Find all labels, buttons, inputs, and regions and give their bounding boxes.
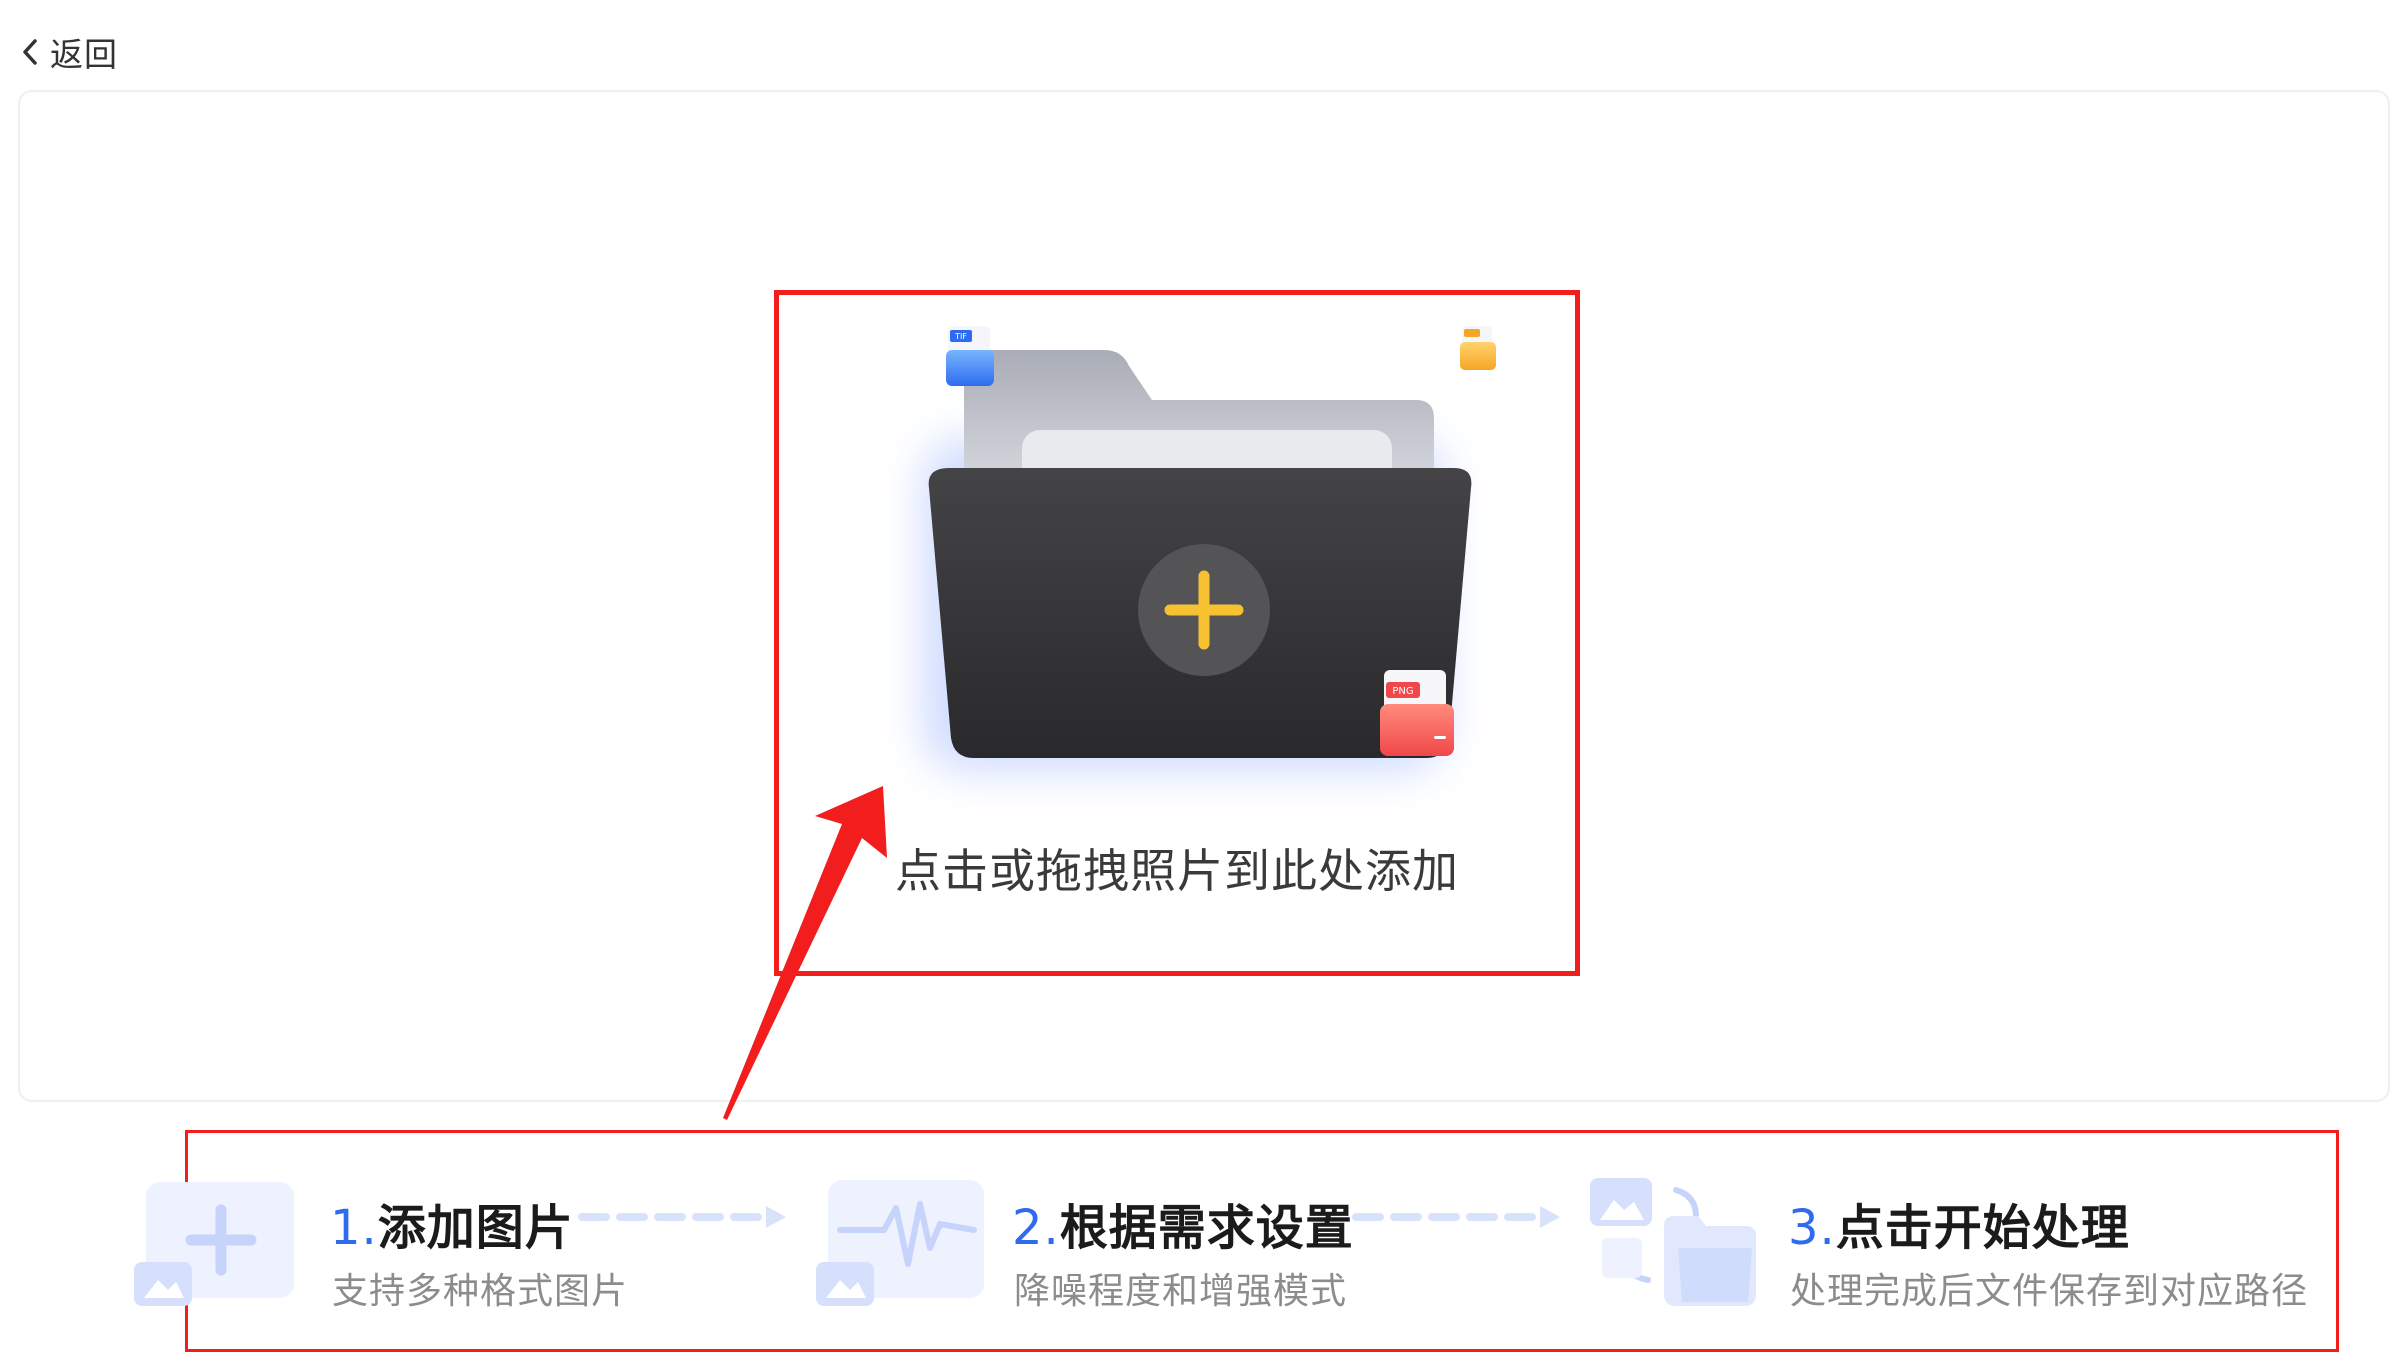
back-label: 返回 — [50, 35, 118, 74]
app-root: 返回 TIF PNG 点击或拖拽照片到此处添加 1.添加图片 支持多种格式图片 … — [0, 0, 2398, 1368]
png-file-icon: PNG — [1380, 670, 1454, 756]
tif-file-icon: TIF — [946, 326, 994, 386]
step-1-title: 1.添加图片 — [330, 1200, 574, 1256]
step-3-description: 处理完成后文件保存到对应路径 — [1790, 1271, 2309, 1312]
folder-add-icon: TIF PNG — [924, 326, 1496, 770]
add-image-icon — [134, 1182, 294, 1306]
step-1-description: 支持多种格式图片 — [332, 1271, 629, 1312]
step-2-title: 2.根据需求设置 — [1012, 1200, 1354, 1256]
svg-text:PNG: PNG — [1392, 686, 1413, 697]
orange-file-icon — [1460, 326, 1496, 370]
waveform-settings-icon — [816, 1180, 984, 1306]
chevron-left-icon — [23, 39, 37, 65]
step-3-title: 3.点击开始处理 — [1788, 1200, 2130, 1256]
step-connector-arrow — [1352, 1206, 1560, 1228]
image-to-folder-icon — [1590, 1178, 1756, 1306]
back-button[interactable]: 返回 — [20, 26, 118, 78]
upload-prompt: 点击或拖拽照片到此处添加 — [895, 844, 1459, 898]
step-connector-arrow — [578, 1206, 786, 1228]
step-2-description: 降噪程度和增强模式 — [1014, 1271, 1348, 1312]
svg-text:TIF: TIF — [954, 332, 967, 341]
upload-dropzone[interactable]: TIF PNG 点击或拖拽照片到此处添加 — [774, 290, 1580, 976]
